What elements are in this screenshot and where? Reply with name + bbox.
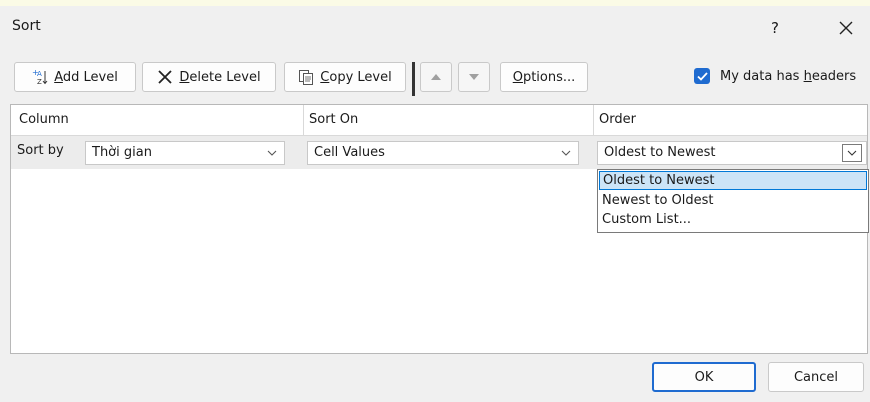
column-select[interactable]: Thời gian	[85, 141, 285, 165]
order-select[interactable]: Oldest to Newest	[597, 141, 867, 165]
options-button[interactable]: Options...	[500, 62, 588, 92]
sort-on-header: Sort On	[309, 112, 359, 127]
add-level-button[interactable]: + A Z Add Level	[14, 62, 136, 92]
delete-x-icon	[157, 69, 173, 85]
chevron-down-icon	[262, 144, 282, 162]
help-button[interactable]: ?	[760, 14, 790, 42]
column-divider	[303, 105, 304, 135]
order-option[interactable]: Oldest to Newest	[599, 171, 867, 190]
add-level-accesskey: A	[54, 69, 63, 85]
dialog-title: Sort	[12, 18, 41, 34]
svg-text:A: A	[37, 70, 42, 78]
copy-level-label: Copy Level	[320, 70, 391, 85]
my-data-has-headers-label: My data has headers	[720, 69, 856, 84]
chevron-down-icon	[556, 144, 576, 162]
delete-level-accesskey: D	[179, 69, 190, 85]
sort-levels-grid: Column Sort On Order Sort by Thời gian C…	[10, 104, 869, 354]
toolbar-separator	[412, 62, 415, 96]
close-icon	[839, 21, 853, 34]
title-bar: Sort ?	[0, 6, 870, 48]
options-accesskey: O	[512, 69, 523, 85]
move-down-button[interactable]	[458, 62, 490, 92]
copy-level-button[interactable]: Copy Level	[284, 62, 406, 92]
toolbar: + A Z Add Level Delete Level Copy Level	[0, 58, 870, 98]
order-header: Order	[599, 112, 636, 127]
copy-level-accesskey: C	[320, 69, 330, 85]
chevron-down-icon	[842, 144, 862, 162]
options-label-rest: ptions...	[522, 69, 576, 85]
delete-level-button[interactable]: Delete Level	[142, 62, 276, 92]
triangle-down-icon	[469, 74, 479, 80]
dialog-footer: OK Cancel	[0, 354, 870, 402]
order-dropdown-list: Oldest to Newest Newest to Oldest Custom…	[597, 169, 869, 233]
column-select-value: Thời gian	[92, 145, 152, 160]
sort-on-select-value: Cell Values	[314, 145, 385, 160]
move-up-button[interactable]	[420, 62, 452, 92]
svg-text:Z: Z	[37, 78, 42, 86]
column-divider	[593, 105, 594, 135]
order-option[interactable]: Custom List...	[599, 210, 867, 229]
checkmark-icon	[694, 68, 710, 84]
order-select-value: Oldest to Newest	[604, 145, 716, 160]
add-level-label: Add Level	[54, 70, 118, 85]
my-data-has-headers-checkbox[interactable]: My data has headers	[694, 68, 856, 84]
add-level-label-rest: dd Level	[62, 69, 118, 85]
column-header: Column	[19, 112, 69, 127]
delete-level-label: Delete Level	[179, 70, 260, 85]
copy-level-label-rest: opy Level	[329, 69, 392, 85]
close-button[interactable]	[826, 14, 866, 42]
sort-az-plus-icon: + A Z	[32, 68, 48, 86]
options-label: Options...	[513, 70, 576, 85]
sort-by-label: Sort by	[17, 143, 64, 158]
copy-icon	[298, 69, 314, 85]
order-option[interactable]: Newest to Oldest	[599, 191, 867, 210]
cancel-button[interactable]: Cancel	[768, 362, 864, 392]
triangle-up-icon	[431, 74, 441, 80]
ok-button[interactable]: OK	[652, 362, 756, 392]
sort-on-select[interactable]: Cell Values	[307, 141, 579, 165]
delete-level-label-rest: elete Level	[189, 69, 261, 85]
headers-label-rest: eaders	[811, 68, 857, 84]
headers-accesskey: h	[803, 68, 812, 84]
headers-label-prefix: My data has	[720, 68, 804, 84]
